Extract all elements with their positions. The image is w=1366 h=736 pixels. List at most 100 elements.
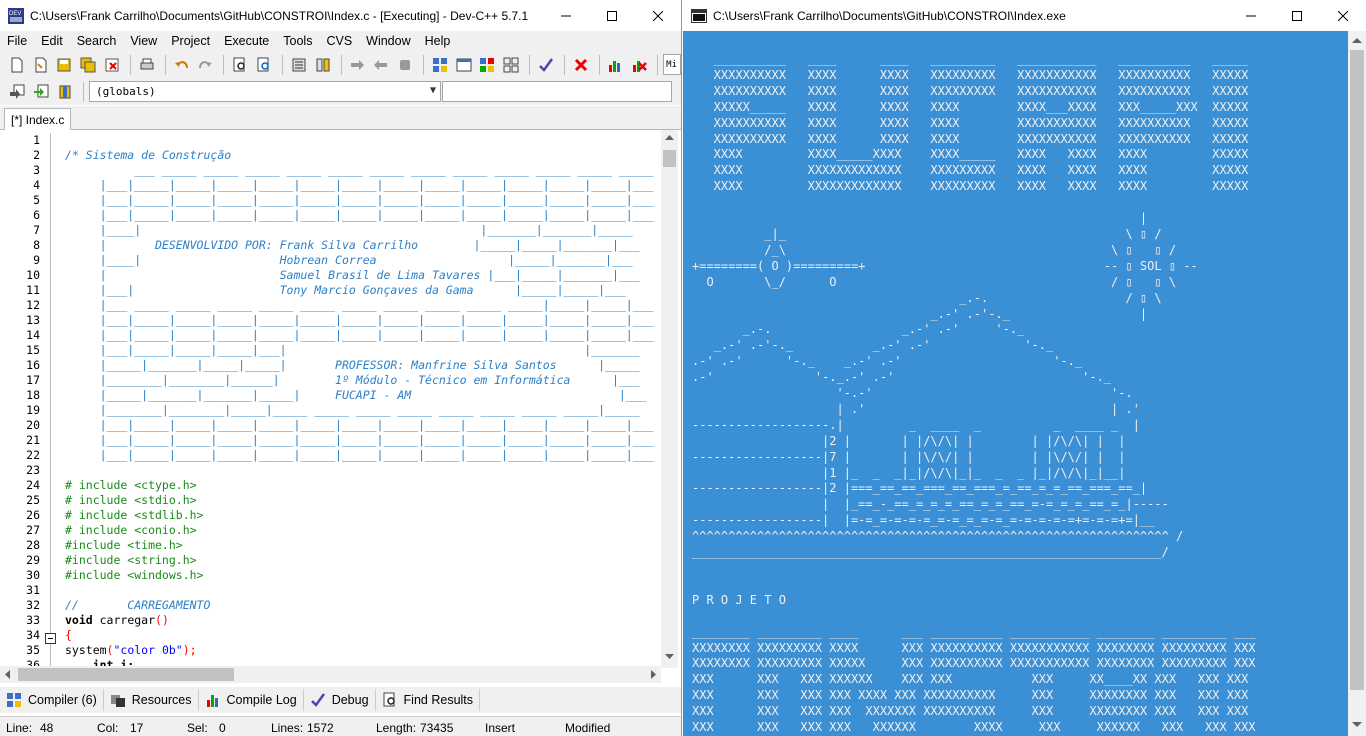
- open-file-button[interactable]: [30, 54, 52, 76]
- line-number: 1: [33, 133, 40, 147]
- code-line: |___|_____|_____|_____|___| |_______: [65, 343, 640, 357]
- status-lines-value: 1572: [307, 721, 334, 735]
- tab-find-results[interactable]: Find Results: [376, 689, 481, 711]
- add-to-project-button[interactable]: [346, 54, 368, 76]
- stop-execution-button[interactable]: [570, 54, 592, 76]
- run-button[interactable]: [453, 54, 475, 76]
- code-line: |____| Hobrean Correa |_____|_______|___: [65, 253, 633, 267]
- menu-cvs[interactable]: CVS: [319, 34, 359, 48]
- tab-compiler[interactable]: Compiler (6): [0, 689, 104, 711]
- code-line: |___|_____|_____|_____|_____|_____|_____…: [65, 193, 654, 207]
- menu-file[interactable]: File: [0, 34, 34, 48]
- status-bar: Line: 48 Col: 17 Sel: 0 Lines: 1572 Leng…: [0, 716, 681, 736]
- code-line: | DESENVOLVIDO POR: Frank Silva Carrilho…: [65, 238, 640, 252]
- code-line: |___|_____|_____|_____|_____|_____|_____…: [65, 433, 654, 447]
- code-line: |___|_____|_____|_____|_____|_____|_____…: [65, 448, 654, 462]
- code-content[interactable]: /* Sistema de Construção ___ _____ _____…: [65, 133, 661, 668]
- minimize-icon: [1246, 15, 1256, 16]
- code-line: |___| Tony Marcio Gonçaves da Gama |____…: [65, 283, 626, 297]
- code-line: |________|________|______| 1º Módulo - T…: [65, 373, 640, 387]
- profile-button[interactable]: [605, 54, 627, 76]
- main-toolbar: Mi: [0, 51, 681, 78]
- redo-button[interactable]: [195, 54, 217, 76]
- console-maximize-button[interactable]: [1274, 0, 1320, 31]
- tab-resources-label: Resources: [131, 693, 192, 707]
- code-editor[interactable]: 1 2 3 4 5 6 7 8 9 10 11 12 13 14 15 16 17 18 19 20 21 22 23 24 2…: [0, 130, 678, 668]
- compile-button[interactable]: [429, 54, 451, 76]
- code-line: |_____|_______|_____|_____| PROFESSOR: M…: [65, 358, 640, 372]
- compile-run-button[interactable]: [476, 54, 498, 76]
- menubar: File Edit Search View Project Execute To…: [0, 31, 681, 51]
- tab-compile-log[interactable]: Compile Log: [199, 689, 304, 711]
- project-options-button[interactable]: [394, 54, 416, 76]
- rebuild-all-button[interactable]: [500, 54, 522, 76]
- tab-index-c[interactable]: [*] Index.c: [4, 108, 72, 131]
- tab-debug[interactable]: Debug: [304, 689, 376, 711]
- code-line: |___|_____|_____|_____|_____|_____|_____…: [65, 313, 654, 327]
- menu-window[interactable]: Window: [359, 34, 417, 48]
- close-button[interactable]: [635, 0, 681, 31]
- code-line: system("color 0b");: [65, 643, 197, 657]
- save-button[interactable]: [54, 54, 76, 76]
- line-number: 3: [33, 163, 40, 177]
- find-button[interactable]: [229, 54, 251, 76]
- insert-icon: [34, 84, 49, 97]
- minimize-icon: [561, 15, 571, 16]
- remove-from-project-button[interactable]: [370, 54, 392, 76]
- print-button[interactable]: [136, 54, 158, 76]
- overflow-combo[interactable]: Mi: [663, 54, 681, 75]
- console-vertical-scrollbar[interactable]: [1348, 31, 1366, 736]
- save-all-button[interactable]: [77, 54, 99, 76]
- console-close-button[interactable]: [1320, 0, 1366, 31]
- minimize-button[interactable]: [543, 0, 589, 31]
- maximize-icon: [1292, 10, 1302, 21]
- tab-find-results-label: Find Results: [403, 693, 474, 707]
- line-number: 20: [26, 418, 40, 432]
- menu-tools[interactable]: Tools: [276, 34, 319, 48]
- menu-search[interactable]: Search: [70, 34, 124, 48]
- new-file-button[interactable]: [6, 54, 28, 76]
- goto-button[interactable]: [6, 81, 28, 103]
- redo-icon: [199, 60, 213, 68]
- console-output-area[interactable]: __________ ____ ____ _________ _________…: [683, 31, 1348, 736]
- syntax-check-button[interactable]: [535, 54, 557, 76]
- line-numbers: 1 2 3 4 5 6 7 8 9 10 11 12 13 14 15 16 17 18 19 20 21 22 23 24 2…: [0, 133, 40, 668]
- members-combo[interactable]: [442, 81, 672, 102]
- code-line: #include <time.h>: [65, 538, 183, 552]
- status-sel-value: 0: [219, 721, 226, 735]
- bookmark-button[interactable]: [54, 81, 76, 103]
- code-line: # include <ctype.h>: [65, 478, 197, 492]
- editor-horizontal-scrollbar[interactable]: [0, 666, 661, 683]
- undo-button[interactable]: [171, 54, 193, 76]
- line-number: 29: [26, 553, 40, 567]
- insert-button[interactable]: [30, 81, 52, 103]
- class-toolbar: (globals) ▼: [0, 78, 681, 105]
- globals-combo[interactable]: (globals) ▼: [89, 81, 441, 102]
- editor-gutter: 1 2 3 4 5 6 7 8 9 10 11 12 13 14 15 16 17 18 19 20 21 22 23 24 2…: [0, 130, 62, 668]
- devcpp-window-title: C:\Users\Frank Carrilho\Documents\GitHub…: [30, 8, 529, 23]
- delete-profile-button[interactable]: [628, 54, 650, 76]
- bookmark-icon: [59, 85, 71, 98]
- print-icon: [140, 58, 154, 69]
- line-number: 26: [26, 508, 40, 522]
- indent-icon: [292, 58, 306, 71]
- toggle-view-button[interactable]: [312, 54, 334, 76]
- indent-button[interactable]: [288, 54, 310, 76]
- menu-edit[interactable]: Edit: [34, 34, 70, 48]
- tab-resources[interactable]: Resources: [104, 689, 199, 711]
- console-minimize-button[interactable]: [1228, 0, 1274, 31]
- menu-help[interactable]: Help: [418, 34, 458, 48]
- menu-project[interactable]: Project: [164, 34, 217, 48]
- close-file-button[interactable]: [101, 54, 123, 76]
- devcpp-titlebar[interactable]: DEV C:\Users\Frank Carrilho\Documents\Gi…: [0, 0, 681, 31]
- maximize-button[interactable]: [589, 0, 635, 31]
- menu-view[interactable]: View: [123, 34, 164, 48]
- console-titlebar[interactable]: C:\Users\Frank Carrilho\Documents\GitHub…: [683, 0, 1366, 31]
- line-number: 32: [26, 598, 40, 612]
- code-line: /* Sistema de Construção: [65, 148, 232, 162]
- editor-vertical-scrollbar[interactable]: [661, 130, 678, 668]
- menu-execute[interactable]: Execute: [217, 34, 276, 48]
- replace-button[interactable]: [253, 54, 275, 76]
- console-app-icon: [691, 8, 707, 23]
